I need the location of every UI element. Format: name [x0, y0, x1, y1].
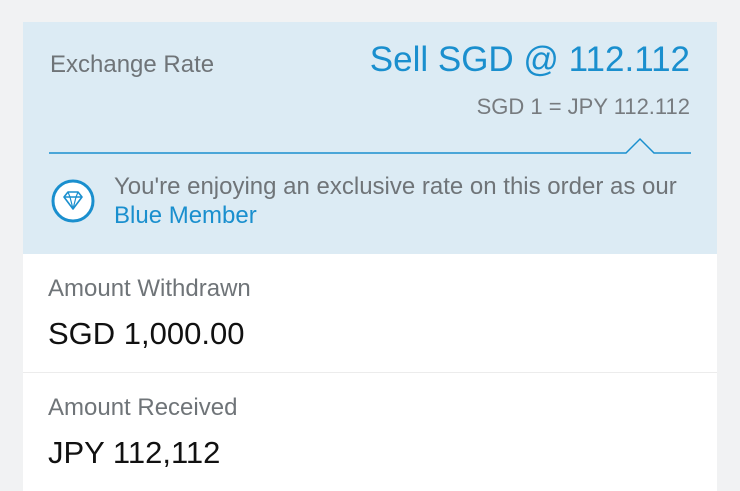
- order-card: Exchange Rate Sell SGD @ 112.112 SGD 1 =…: [23, 22, 717, 491]
- member-notice-text: You're enjoying an exclusive rate on thi…: [114, 173, 677, 200]
- exchange-rate-panel: Exchange Rate Sell SGD @ 112.112 SGD 1 =…: [23, 22, 717, 254]
- amount-withdrawn-section: Amount Withdrawn SGD 1,000.00: [23, 254, 717, 373]
- amount-received-label: Amount Received: [48, 394, 238, 421]
- rate-divider: [49, 137, 691, 154]
- blue-member-link[interactable]: Blue Member: [114, 202, 257, 229]
- conversion-rate: SGD 1 = JPY 112.112: [476, 94, 690, 119]
- exchange-rate-label: Exchange Rate: [50, 51, 215, 78]
- amount-withdrawn-value: SGD 1,000.00: [48, 316, 245, 351]
- amount-withdrawn-label: Amount Withdrawn: [48, 275, 251, 302]
- amount-received-value: JPY 112,112: [48, 435, 221, 470]
- member-notice: You're enjoying an exclusive rate on thi…: [114, 172, 704, 230]
- amount-received-section: Amount Received JPY 112,112: [23, 373, 717, 491]
- diamond-icon: [51, 179, 95, 223]
- sell-rate-value: Sell SGD @ 112.112: [369, 40, 690, 79]
